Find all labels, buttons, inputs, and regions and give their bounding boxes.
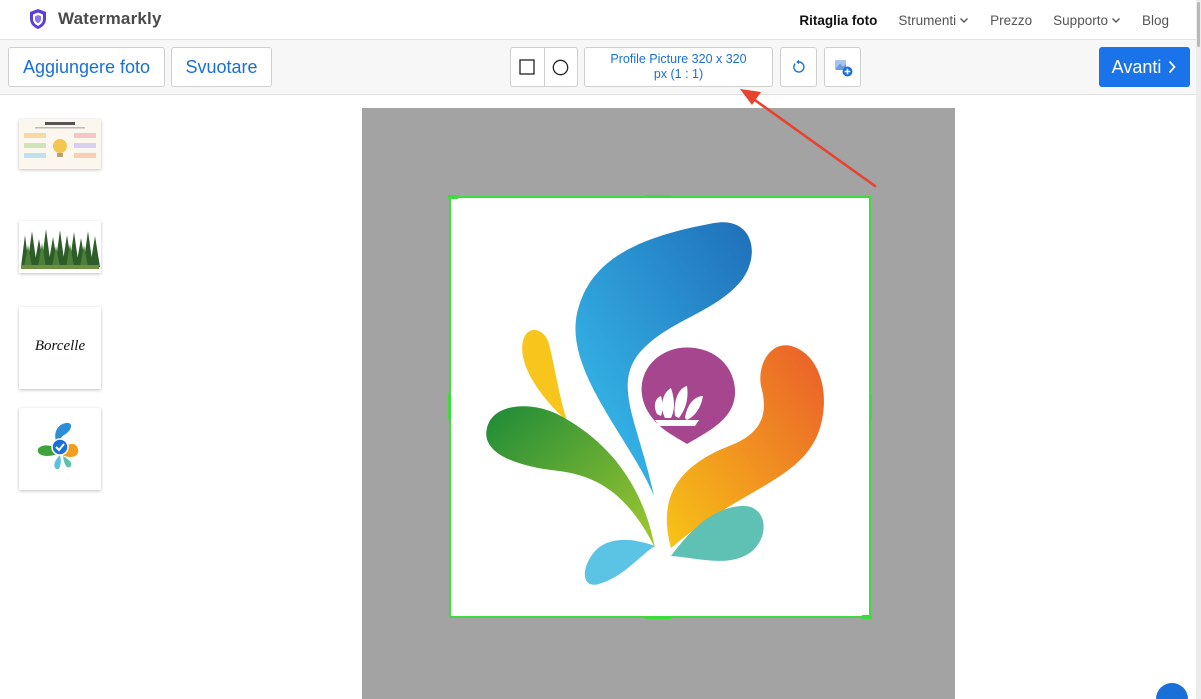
nav-crop-photo[interactable]: Ritaglia foto — [799, 13, 877, 28]
top-navigation: Watermarkly Ritaglia foto Strumenti Prez… — [0, 0, 1201, 40]
page-scrollbar[interactable] — [1196, 0, 1201, 699]
nav-tools[interactable]: Strumenti — [898, 13, 969, 28]
rotate-button[interactable] — [780, 47, 817, 87]
crop-shape-selector — [510, 47, 578, 87]
toolbar: Aggiungere foto Svuotare Profile Picture… — [0, 40, 1201, 95]
crop-handle-bottom[interactable] — [645, 616, 671, 619]
circle-shape-button[interactable] — [543, 48, 577, 86]
chevron-down-icon — [960, 18, 969, 23]
borcelle-subtitle-mark: · · · · · · — [49, 354, 71, 359]
crop-handle-top-left[interactable] — [448, 195, 458, 199]
crop-frame[interactable] — [449, 196, 871, 618]
nav-tools-label: Strumenti — [898, 12, 957, 28]
preset-size: px (1 : 1) — [653, 67, 704, 81]
borcelle-logo-image: Borcelle · · · · · · — [35, 338, 85, 359]
nav-crop-photo-label: Ritaglia foto — [799, 12, 878, 28]
add-crop-icon — [834, 60, 852, 77]
rectangle-shape-button[interactable] — [511, 48, 544, 86]
help-chat-bubble[interactable] — [1156, 683, 1188, 699]
circle-icon — [553, 59, 569, 75]
crop-handle-left[interactable] — [448, 394, 451, 420]
nav-links: Ritaglia foto Strumenti Prezzo Supporto … — [799, 0, 1169, 40]
clear-button[interactable]: Svuotare — [171, 47, 272, 87]
crop-handle-top[interactable] — [645, 195, 671, 198]
next-button[interactable]: Avanti — [1099, 47, 1190, 87]
nav-support-label: Supporto — [1053, 12, 1108, 28]
nav-blog[interactable]: Blog — [1142, 13, 1169, 28]
crop-preset-dropdown[interactable]: Profile Picture 320 x 320 px (1 : 1) — [584, 47, 773, 87]
thumbnail-borcelle-logo[interactable]: Borcelle · · · · · · — [19, 307, 101, 389]
add-photo-button[interactable]: Aggiungere foto — [8, 47, 165, 87]
thumbnail-infographic[interactable] — [19, 119, 101, 169]
scrollbar-thumb[interactable] — [1197, 2, 1200, 47]
nav-blog-label: Blog — [1141, 12, 1169, 28]
add-crop-button[interactable] — [824, 47, 861, 87]
brand[interactable]: Watermarkly — [28, 8, 162, 30]
nav-price[interactable]: Prezzo — [990, 13, 1032, 28]
crop-handle-bottom-right[interactable] — [862, 615, 872, 619]
shield-icon — [30, 9, 46, 29]
preset-name: Profile Picture 320 x 320 — [610, 52, 747, 66]
thumbnail-forest[interactable] — [19, 221, 101, 273]
brand-name: Watermarkly — [58, 9, 162, 28]
forest-image — [19, 221, 101, 273]
chevron-down-icon — [1111, 18, 1120, 23]
thumbnail-splash-logo[interactable] — [19, 408, 101, 490]
next-label: Avanti — [1111, 56, 1162, 77]
photo-thumbnail-list: Borcelle · · · · · · — [0, 96, 120, 699]
nav-support[interactable]: Supporto — [1053, 13, 1121, 28]
crop-handle-right[interactable] — [869, 394, 872, 420]
infographic-image — [19, 119, 101, 169]
rectangle-icon — [519, 59, 536, 75]
splash-logo-image — [37, 422, 79, 470]
chevron-right-icon — [1169, 60, 1176, 74]
rotate-icon — [792, 59, 805, 73]
borcelle-text: Borcelle — [34, 337, 86, 354]
nav-price-label: Prezzo — [990, 12, 1033, 28]
